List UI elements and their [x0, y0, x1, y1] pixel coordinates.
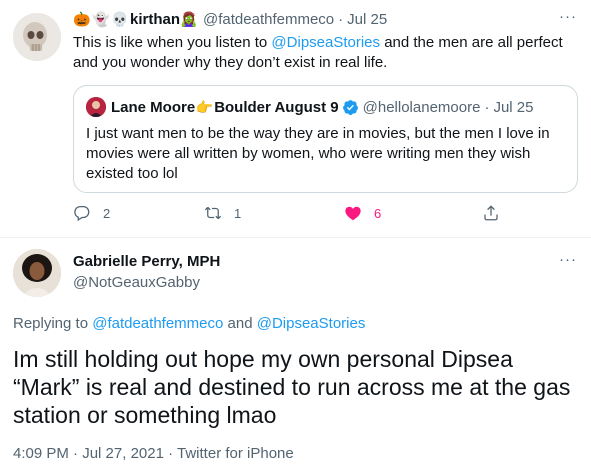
reply-more-options-icon[interactable]: ···	[559, 251, 577, 268]
tweet-actions: 2 1 6	[73, 204, 503, 224]
tweet-text: This is like when you listen to @DipseaS…	[73, 33, 578, 73]
quoted-user-handle[interactable]: @hellolanemoore	[363, 99, 481, 116]
pointing-hand-emoji-icon: 👉	[195, 98, 213, 115]
share-button[interactable]	[482, 204, 500, 222]
user-handle[interactable]: @fatdeathfemmeco	[203, 11, 334, 28]
quoted-user-avatar	[86, 97, 106, 117]
ghost-emoji-icon: 👻	[92, 10, 110, 27]
tweet-time[interactable]: 4:09 PM	[13, 445, 69, 462]
skull-emoji-icon: 💀	[111, 10, 129, 27]
share-icon	[484, 205, 498, 221]
original-tweet[interactable]: 🎃 👻 💀 kirthan 🧟‍♀️ @fatdeathfemmeco · Ju…	[0, 0, 591, 238]
quoted-tweet-header: Lane Moore 👉 Boulder August 9 @hellolane…	[111, 97, 533, 117]
separator-dot: ·	[163, 445, 178, 462]
separator-dot: ·	[68, 445, 83, 462]
more-options-icon[interactable]: ···	[559, 8, 577, 25]
like-button[interactable]: 6	[344, 204, 381, 222]
replying-to: Replying to @fatdeathfemmeco and @Dipsea…	[13, 315, 365, 332]
verified-badge-icon	[342, 99, 358, 115]
reply-button[interactable]: 2	[73, 204, 110, 222]
like-count: 6	[374, 205, 382, 221]
zombie-emoji-icon: 🧟‍♀️	[180, 10, 198, 27]
reply-tweet-text: Im still holding out hope my own persona…	[13, 346, 571, 428]
quoted-tweet[interactable]: Lane Moore 👉 Boulder August 9 @hellolane…	[73, 85, 578, 193]
tweet-date[interactable]: Jul 25	[347, 11, 387, 28]
retweet-icon	[204, 206, 222, 220]
reply-icon	[74, 205, 90, 222]
heart-icon	[345, 206, 361, 221]
mention-link[interactable]: @DipseaStories	[271, 34, 380, 51]
display-name[interactable]: kirthan	[130, 11, 180, 28]
retweet-count: 1	[234, 205, 242, 221]
tweet-metadata: 4:09 PM · Jul 27, 2021 · Twitter for iPh…	[13, 445, 294, 462]
quoted-tweet-text: I just want men to be the way they are i…	[86, 125, 550, 182]
tweet-header: 🎃 👻 💀 kirthan 🧟‍♀️ @fatdeathfemmeco · Ju…	[73, 9, 387, 29]
separator-dot: ·	[338, 10, 344, 28]
reply-display-name[interactable]: Gabrielle Perry, MPH	[73, 253, 220, 270]
replying-mention-1[interactable]: @fatdeathfemmeco	[92, 315, 223, 332]
replying-and: and	[223, 315, 257, 332]
quoted-display-name[interactable]: Lane Moore	[111, 99, 195, 116]
reply-user-handle[interactable]: @NotGeauxGabby	[73, 274, 200, 291]
reply-user-avatar[interactable]	[13, 249, 61, 297]
replying-prefix: Replying to	[13, 315, 93, 332]
retweet-button[interactable]: 1	[204, 204, 241, 222]
tweet-source[interactable]: Twitter for iPhone	[177, 445, 294, 462]
quoted-tweet-date[interactable]: Jul 25	[493, 99, 533, 116]
separator-dot: ·	[484, 98, 490, 116]
tweet-text-part: This is like when you listen to	[73, 34, 272, 51]
pumpkin-emoji-icon: 🎃	[73, 10, 91, 27]
user-avatar[interactable]	[13, 13, 61, 61]
reply-count: 2	[103, 205, 111, 221]
quoted-display-name-suffix: Boulder August 9	[214, 98, 339, 116]
replying-mention-2[interactable]: @DipseaStories	[257, 315, 366, 332]
tweet-full-date[interactable]: Jul 27, 2021	[82, 445, 164, 462]
